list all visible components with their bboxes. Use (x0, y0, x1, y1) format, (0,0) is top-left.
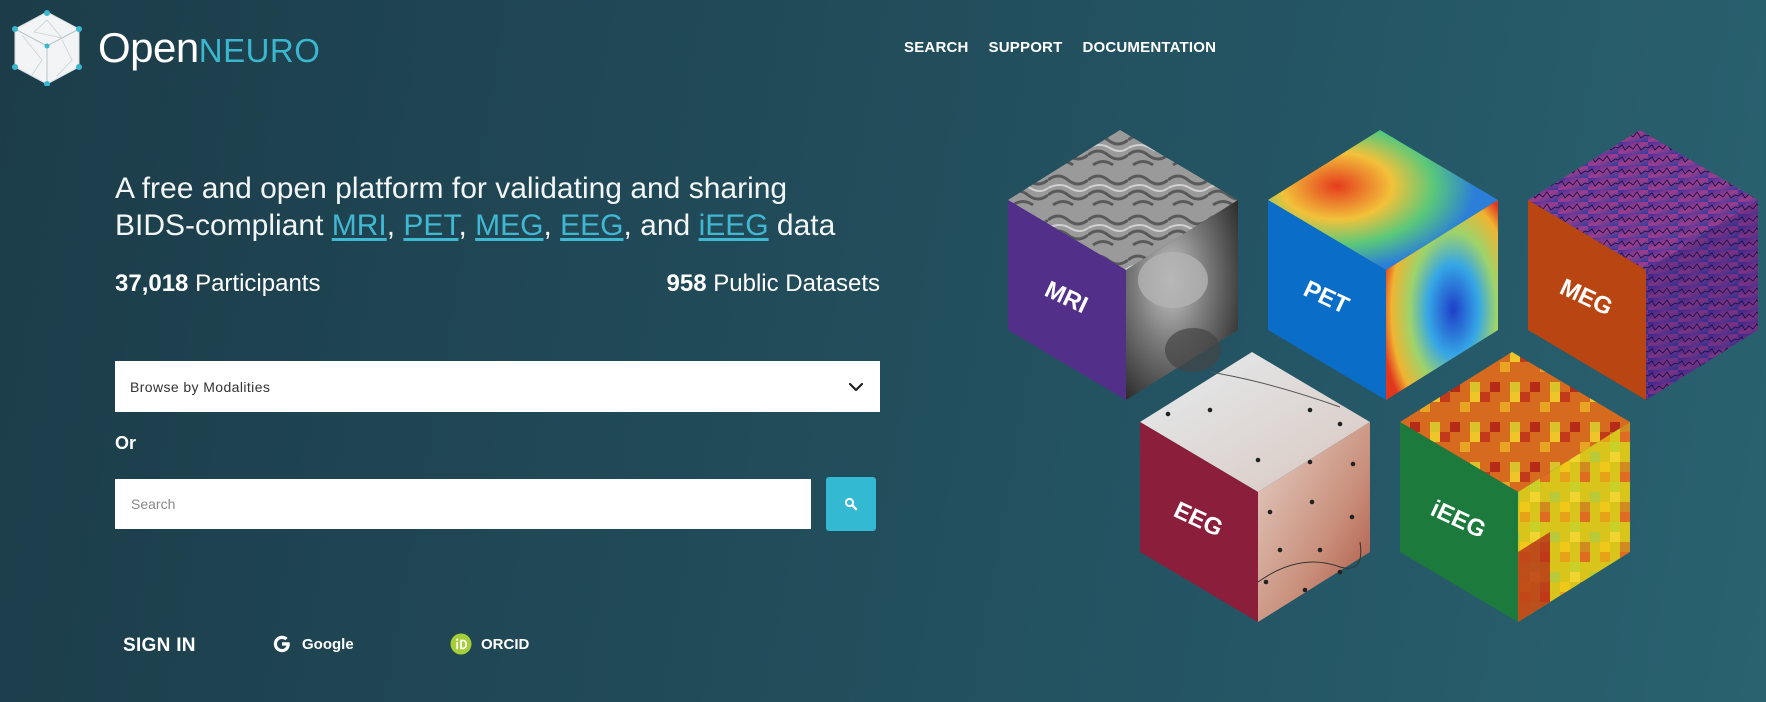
logo-wordmark: OpenNEURO (98, 27, 320, 69)
tagline-separator: , and (623, 209, 699, 242)
stats-row: 37,018 Participants 958 Public Datasets (115, 270, 880, 298)
modality-link-eeg[interactable]: EEG (560, 209, 623, 242)
google-icon (273, 635, 290, 653)
nav-search-link[interactable]: SEARCH (904, 39, 969, 56)
tagline-separator: , (543, 209, 561, 242)
datasets-stat: 958 Public Datasets (667, 270, 880, 298)
or-label: Or (115, 433, 137, 453)
search-input[interactable] (115, 479, 811, 529)
orcid-icon (450, 633, 472, 655)
participants-count: 37,018 (115, 270, 189, 297)
modality-link-meg[interactable]: MEG (475, 209, 543, 242)
tagline-suffix: data (768, 209, 836, 242)
modality-link-pet[interactable]: PET (403, 209, 458, 242)
datasets-label: Public Datasets (706, 270, 880, 297)
nav-documentation-link[interactable]: DOCUMENTATION (1082, 39, 1216, 56)
openneuro-logo[interactable]: OpenNEURO (12, 10, 320, 86)
orcid-signin-button[interactable]: ORCID (450, 633, 529, 655)
search-icon (844, 497, 858, 511)
tagline-separator: , (458, 209, 476, 242)
ieeg-cube-image[interactable]: iEEG (1400, 352, 1640, 622)
participants-label: Participants (188, 270, 321, 297)
logo-word-open: Open (98, 24, 199, 71)
google-label: Google (302, 635, 354, 653)
logo-word-neuro: NEURO (198, 32, 321, 69)
browse-select-value: Browse by Modalities (130, 378, 271, 395)
search-button[interactable] (826, 477, 876, 531)
participants-stat: 37,018 Participants (115, 270, 320, 298)
modality-link-mri[interactable]: MRI (332, 209, 387, 242)
tagline-separator: , (386, 209, 404, 242)
chevron-down-icon (848, 382, 864, 391)
top-nav: SEARCH SUPPORT DOCUMENTATION (904, 39, 1216, 56)
sign-in-label: SIGN IN (123, 635, 196, 656)
datasets-count: 958 (666, 270, 707, 297)
google-signin-button[interactable]: Google (271, 633, 354, 655)
modality-link-ieeg[interactable]: iEEG (699, 209, 769, 242)
eeg-cube-image[interactable]: EEG (1140, 352, 1380, 622)
logo-cube-icon (12, 10, 82, 86)
orcid-label: ORCID (481, 635, 530, 653)
nav-support-link[interactable]: SUPPORT (989, 39, 1063, 56)
hero-tagline: A free and open platform for validating … (115, 170, 875, 244)
browse-modalities-select[interactable]: Browse by Modalities (115, 361, 880, 412)
